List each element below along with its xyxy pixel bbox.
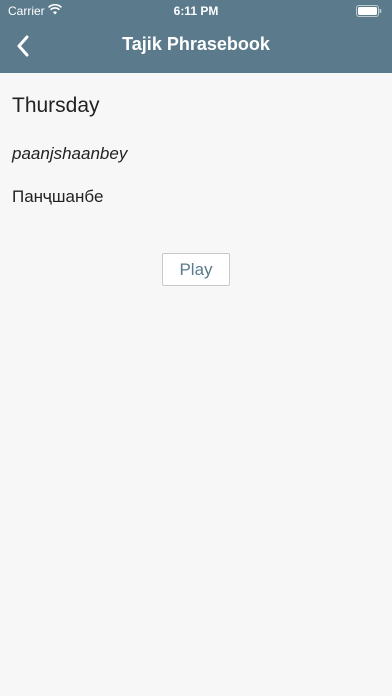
phrase-transliteration: paanjshaanbey [12, 144, 128, 163]
app-header: Carrier 6:11 PM Tajik Phrasebook [0, 0, 392, 73]
phrase-english: Thursday [12, 94, 100, 117]
phrase-detail: Thursday paanjshaanbey Панҷшанбе [12, 94, 380, 207]
play-button[interactable]: Play [162, 253, 230, 286]
phrase-native: Панҷшанбе [12, 187, 104, 206]
page-title: Tajik Phrasebook [122, 34, 270, 54]
battery-icon [356, 5, 382, 17]
status-bar: Carrier 6:11 PM [0, 0, 392, 22]
status-time: 6:11 PM [173, 4, 219, 18]
navigation-bar: Tajik Phrasebook [0, 22, 392, 73]
